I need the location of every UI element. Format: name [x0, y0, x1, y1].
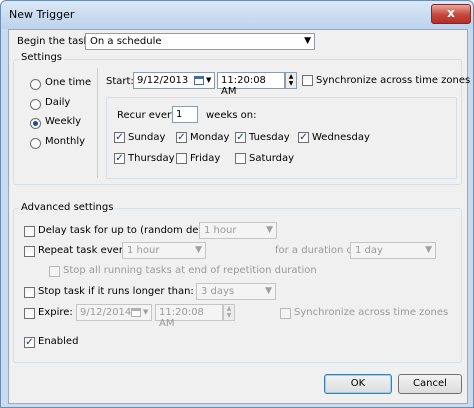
check-icon: ✓: [115, 132, 124, 143]
ok-button[interactable]: OK: [324, 374, 392, 394]
day-saturday-checkbox[interactable]: [235, 153, 246, 164]
enabled-checkbox[interactable]: ✓: [24, 337, 35, 348]
day-monday-label: Monday: [190, 132, 230, 143]
spin-up-icon[interactable]: ▲: [286, 73, 296, 80]
title-bar: New Trigger x: [1, 1, 473, 29]
close-button[interactable]: x: [431, 4, 471, 24]
day-wednesday-label: Wednesday: [312, 132, 370, 143]
check-icon: ✓: [299, 132, 308, 143]
day-monday-checkbox[interactable]: ✓: [176, 132, 187, 143]
recur-input[interactable]: 1: [172, 106, 198, 123]
day-tuesday-checkbox[interactable]: ✓: [235, 132, 246, 143]
day-sunday-label: Sunday: [128, 132, 166, 143]
chevron-down-icon: ▼: [304, 36, 311, 46]
check-icon: ✓: [115, 153, 124, 164]
check-icon: ✓: [236, 132, 245, 143]
close-icon: x: [447, 6, 455, 20]
chevron-down-icon: ▼: [265, 286, 272, 296]
start-date-value: 9/12/2013: [137, 75, 189, 86]
calendar-icon[interactable]: [194, 76, 204, 85]
cancel-button[interactable]: Cancel: [398, 374, 462, 394]
stop-task-longer-checkbox[interactable]: [24, 287, 35, 298]
start-date-picker[interactable]: 9/12/2013 ▼: [133, 72, 215, 89]
duration-label: for a duration of:: [275, 245, 360, 256]
repeat-task-label: Repeat task every:: [38, 245, 132, 256]
sync-time-zones-checkbox[interactable]: [302, 75, 313, 86]
expire-checkbox[interactable]: [24, 308, 35, 319]
expire-sync-time-zones-label: Synchronize across time zones: [294, 307, 449, 318]
begin-task-value: On a schedule: [90, 36, 162, 47]
new-trigger-dialog: New Trigger x Begin the task: On a sched…: [0, 0, 474, 408]
duration-dropdown[interactable]: 1 day ▼: [350, 242, 436, 259]
expire-time-spinner[interactable]: ▲ ▼: [223, 304, 235, 321]
begin-task-dropdown[interactable]: On a schedule ▼: [85, 33, 315, 50]
chevron-down-icon: ▼: [266, 225, 273, 235]
day-saturday-label: Saturday: [249, 153, 295, 164]
day-wednesday-checkbox[interactable]: ✓: [298, 132, 309, 143]
day-tuesday-label: Tuesday: [249, 132, 290, 143]
radio-monthly[interactable]: [30, 138, 41, 149]
delay-task-dropdown[interactable]: 1 hour ▼: [199, 222, 277, 239]
start-time-value: 11:20:08 AM: [221, 75, 266, 97]
settings-divider: [97, 68, 98, 178]
day-sunday-checkbox[interactable]: ✓: [114, 132, 125, 143]
calendar-icon[interactable]: [131, 308, 141, 317]
spin-down-icon[interactable]: ▼: [286, 80, 296, 87]
stop-task-duration-dropdown[interactable]: 3 days ▼: [196, 283, 276, 300]
start-time-spinner[interactable]: ▲ ▼: [285, 72, 297, 89]
expire-sync-time-zones-checkbox[interactable]: [280, 308, 291, 319]
day-friday-label: Friday: [190, 153, 221, 164]
day-friday-checkbox[interactable]: [176, 153, 187, 164]
delay-task-value: 1 hour: [204, 225, 237, 236]
chevron-down-icon: ▼: [195, 245, 202, 255]
advanced-settings-legend: Advanced settings: [19, 202, 116, 213]
radio-weekly[interactable]: [30, 118, 41, 129]
sync-time-zones-label: Synchronize across time zones: [316, 75, 471, 86]
expire-time-value: 11:20:08 AM: [159, 307, 204, 329]
stop-running-tasks-checkbox[interactable]: [49, 266, 60, 277]
stop-running-tasks-label: Stop all running tasks at end of repetit…: [63, 265, 317, 276]
expire-label: Expire:: [38, 307, 73, 318]
radio-daily[interactable]: [30, 99, 41, 110]
expire-time-field[interactable]: 11:20:08 AM: [155, 304, 223, 329]
radio-daily-label: Daily: [45, 97, 71, 108]
radio-weekly-label: Weekly: [45, 116, 82, 127]
dialog-body: Begin the task: On a schedule ▼ Settings…: [8, 29, 471, 404]
chevron-down-icon: ▼: [143, 308, 149, 316]
radio-one-time[interactable]: [30, 79, 41, 90]
recur-suffix: weeks on:: [206, 110, 257, 121]
repeat-task-checkbox[interactable]: [24, 246, 35, 257]
stop-task-duration-value: 3 days: [201, 286, 235, 297]
recur-value: 1: [176, 109, 183, 120]
delay-task-checkbox[interactable]: [24, 226, 35, 237]
stop-task-longer-label: Stop task if it runs longer than:: [38, 286, 194, 297]
expire-date-picker[interactable]: 9/12/2014 ▼: [76, 304, 152, 321]
expire-date-value: 9/12/2014: [80, 307, 132, 318]
spin-down-icon[interactable]: ▼: [224, 312, 234, 319]
radio-one-time-label: One time: [45, 77, 92, 88]
check-icon: ✓: [25, 337, 34, 348]
start-time-field[interactable]: 11:20:08 AM: [217, 72, 285, 97]
repeat-interval-value: 1 hour: [127, 245, 160, 256]
repeat-interval-dropdown[interactable]: 1 hour ▼: [122, 242, 206, 259]
start-label: Start:: [106, 76, 134, 87]
window-title: New Trigger: [9, 8, 75, 21]
enabled-label: Enabled: [38, 336, 79, 347]
settings-legend: Settings: [19, 52, 65, 63]
begin-task-label: Begin the task:: [17, 36, 93, 47]
day-thursday-checkbox[interactable]: ✓: [114, 153, 125, 164]
spin-up-icon[interactable]: ▲: [224, 305, 234, 312]
recur-label: Recur every:: [117, 110, 180, 121]
day-thursday-label: Thursday: [128, 153, 175, 164]
chevron-down-icon: ▼: [206, 76, 212, 84]
delay-task-label: Delay task for up to (random delay):: [38, 225, 221, 236]
check-icon: ✓: [177, 132, 186, 143]
duration-value: 1 day: [355, 245, 383, 256]
chevron-down-icon: ▼: [425, 245, 432, 255]
radio-monthly-label: Monthly: [45, 136, 86, 147]
